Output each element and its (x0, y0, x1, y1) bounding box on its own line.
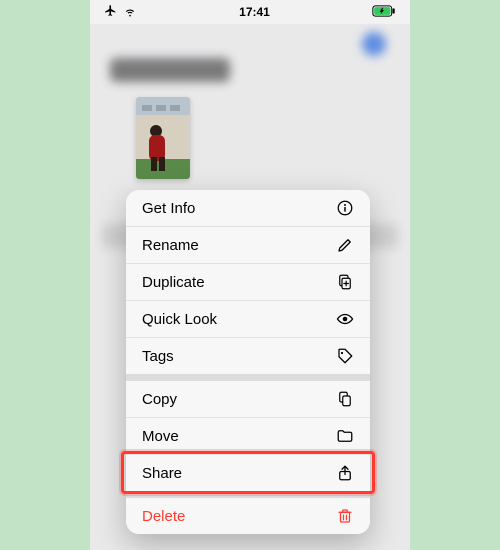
menu-item-label: Get Info (142, 200, 195, 217)
menu-item-copy[interactable]: Copy (126, 381, 370, 417)
menu-item-label: Rename (142, 237, 199, 254)
pencil-icon (336, 236, 354, 254)
copy-icon (336, 390, 354, 408)
folder-icon (336, 427, 354, 445)
status-left (104, 4, 137, 21)
menu-item-tags[interactable]: Tags (126, 337, 370, 374)
menu-group: Copy Move Share (126, 374, 370, 491)
menu-item-label: Delete (142, 508, 185, 525)
menu-item-rename[interactable]: Rename (126, 226, 370, 263)
status-bar: 17:41 (90, 0, 410, 24)
context-menu: Get Info Rename Duplicate Quick Look Tags Cop… (126, 190, 370, 534)
menu-item-label: Move (142, 428, 179, 445)
avatar (362, 32, 386, 56)
wifi-icon (123, 4, 137, 21)
share-icon (336, 464, 354, 482)
menu-item-label: Copy (142, 391, 177, 408)
menu-item-label: Duplicate (142, 274, 205, 291)
phone-frame: 17:41 (90, 0, 410, 550)
battery-icon (372, 5, 396, 20)
menu-item-label: Quick Look (142, 311, 217, 328)
status-right (372, 5, 396, 20)
menu-item-label: Share (142, 465, 182, 482)
eye-icon (336, 310, 354, 328)
duplicate-icon (336, 273, 354, 291)
info-icon (336, 199, 354, 217)
video-thumbnail[interactable] (136, 97, 190, 179)
menu-item-move[interactable]: Move (126, 417, 370, 454)
menu-item-duplicate[interactable]: Duplicate (126, 263, 370, 300)
menu-group: Get Info Rename Duplicate Quick Look Tags (126, 190, 370, 374)
menu-item-share[interactable]: Share (126, 454, 370, 491)
menu-item-label: Tags (142, 348, 174, 365)
airplane-icon (104, 4, 117, 20)
status-time: 17:41 (239, 5, 270, 19)
menu-group: Delete (126, 491, 370, 534)
tag-icon (336, 347, 354, 365)
menu-item-quicklook[interactable]: Quick Look (126, 300, 370, 337)
page-title (110, 58, 230, 82)
menu-item-delete[interactable]: Delete (126, 498, 370, 534)
menu-item-get-info[interactable]: Get Info (126, 190, 370, 226)
trash-icon (336, 507, 354, 525)
